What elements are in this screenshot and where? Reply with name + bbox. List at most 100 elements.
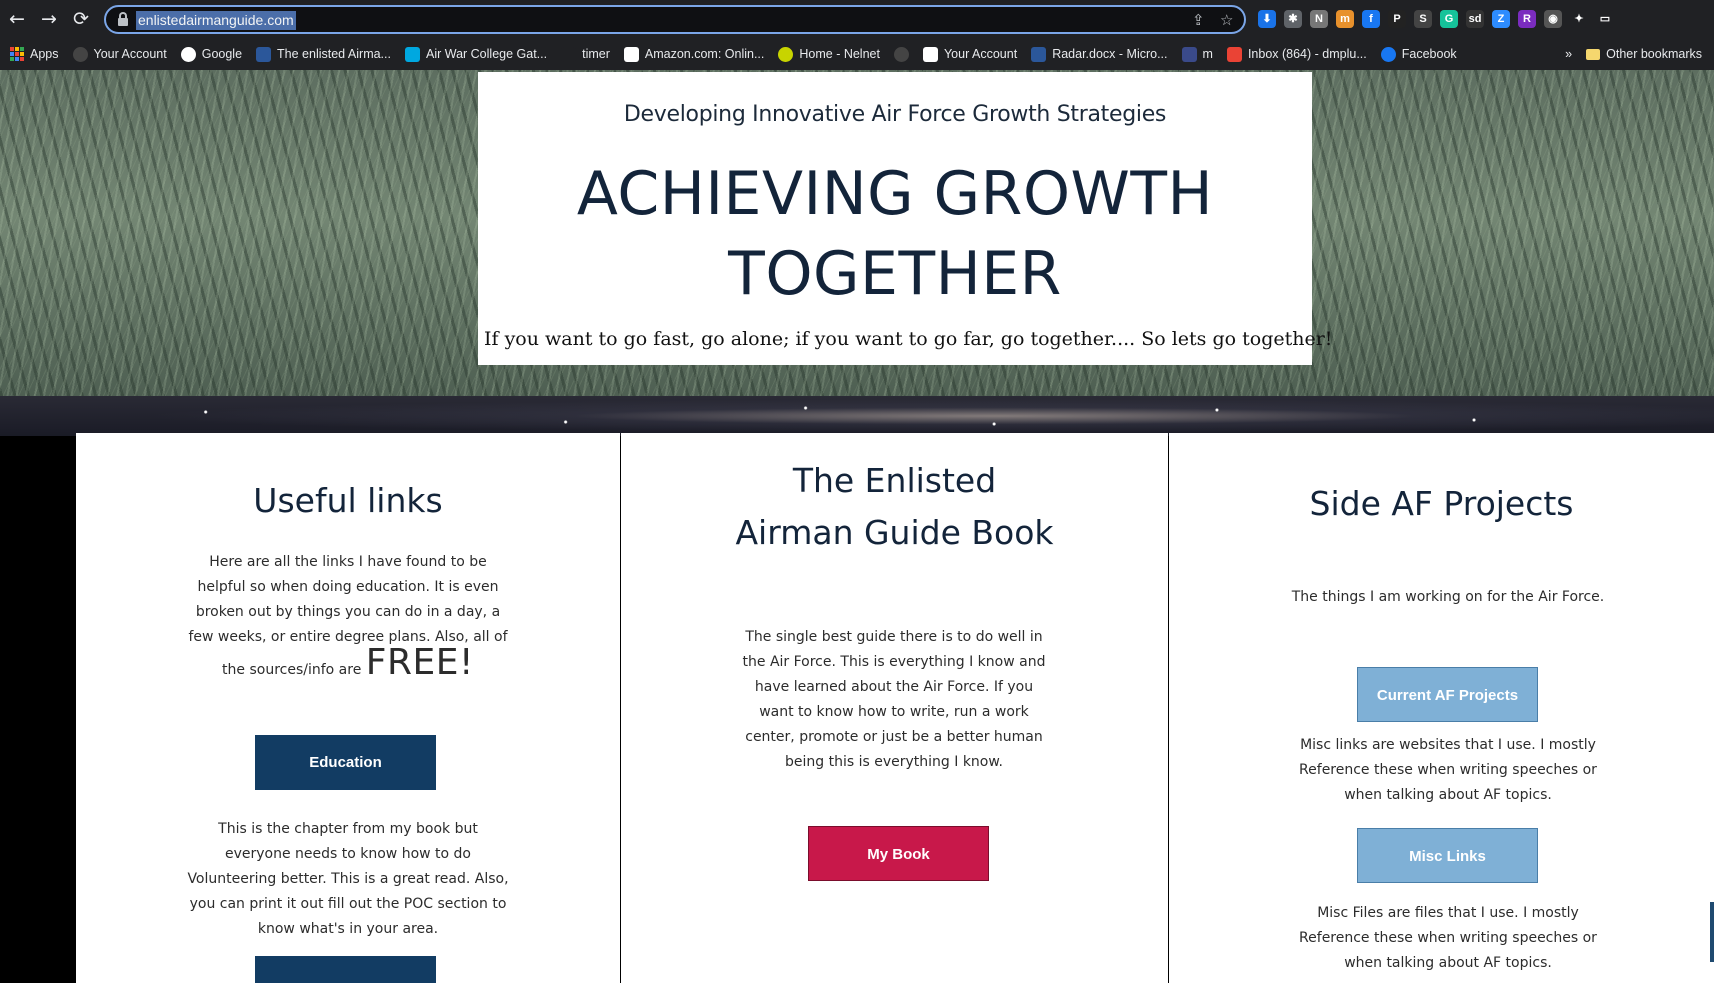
web-page: Developing Innovative Air Force Growth S…: [0, 70, 1714, 983]
bookmark-label: The enlisted Airma...: [277, 47, 391, 61]
text-line: Volunteering better. This is a great rea…: [187, 871, 509, 887]
misc-links-button[interactable]: Misc Links: [1357, 828, 1538, 883]
att-icon: [404, 46, 420, 62]
share-icon[interactable]: ⇪: [1192, 11, 1205, 30]
text-line: Misc Files are files that I use. I mostl…: [1317, 905, 1579, 921]
apps-grid-icon: [10, 47, 24, 61]
text-line: being this is everything I know.: [785, 754, 1003, 770]
guide-book-heading: The Enlisted Airman Guide Book: [621, 455, 1168, 559]
blank-icon: [561, 46, 577, 62]
url-text[interactable]: enlistedairmanguide.com: [136, 11, 296, 30]
guide-book-section: The Enlisted Airman Guide Book The singl…: [621, 433, 1168, 983]
text-line: broken out by things you can do in a day…: [195, 604, 501, 620]
fb-ext-icon[interactable]: f: [1362, 10, 1380, 28]
bookmark-item[interactable]: Facebook: [1380, 46, 1457, 62]
sd-ext-icon[interactable]: sd: [1466, 10, 1484, 28]
hero-title-line2: TOGETHER: [728, 239, 1062, 309]
volunteering-text: This is the chapter from my book but eve…: [158, 817, 538, 942]
heading-line: Airman Guide Book: [735, 513, 1054, 552]
my-book-button[interactable]: My Book: [808, 826, 989, 881]
bookmark-item[interactable]: Google: [180, 46, 243, 62]
bookmarks-overflow-button[interactable]: »: [1565, 47, 1572, 61]
book-ext-icon[interactable]: N: [1310, 10, 1328, 28]
useful-links-heading: Useful links: [253, 481, 443, 520]
guide-book-text: The single best guide there is to do wel…: [704, 625, 1084, 775]
facebook-icon: [1380, 46, 1396, 62]
bookmark-label: Inbox (864) - dmplu...: [1247, 47, 1367, 61]
forward-button[interactable]: →: [36, 6, 62, 32]
back-button[interactable]: ←: [4, 6, 30, 32]
side-projects-text: The things I am working on for the Air F…: [1291, 589, 1605, 605]
address-bar[interactable]: enlistedairmanguide.com ⇪ ☆: [104, 5, 1246, 34]
side-projects-heading: Side AF Projects: [1309, 484, 1574, 523]
starfield-band: [0, 396, 1714, 436]
text-line: know what's in your area.: [257, 921, 439, 937]
text-line: when talking about AF topics.: [1344, 955, 1552, 971]
text-line: have learned about the Air Force. If you: [754, 679, 1034, 695]
r-ext-icon[interactable]: R: [1518, 10, 1536, 28]
text-line: The single best guide there is to do wel…: [745, 629, 1043, 645]
text-line: want to know how to write, run a work: [759, 704, 1029, 720]
bookmark-item[interactable]: timer: [561, 46, 610, 62]
misc-links-text: Misc links are websites that I use. I mo…: [1239, 733, 1657, 808]
bookmark-item[interactable]: Your Account: [72, 46, 167, 62]
browser-toolbar: ← → ⟳ enlistedairmanguide.com ⇪ ☆ ⬇ ✱ Nm f P…: [0, 0, 1714, 38]
grammarly-icon[interactable]: G: [1440, 10, 1458, 28]
lock-icon: [118, 12, 128, 26]
bookmark-label: m: [1202, 47, 1213, 61]
p-ext-icon[interactable]: P: [1388, 10, 1406, 28]
cast-icon[interactable]: ▭: [1596, 10, 1614, 28]
globe-ext-icon[interactable]: ◉: [1544, 10, 1562, 28]
zoom-icon[interactable]: Z: [1492, 10, 1510, 28]
hero-subtitle: Developing Innovative Air Force Growth S…: [623, 102, 1167, 127]
account-icon: [893, 46, 909, 62]
useful-links-text: Here are all the links I have found to b…: [158, 550, 538, 683]
nelnet-icon: [778, 46, 794, 62]
bookmark-item[interactable]: [893, 46, 909, 62]
orange-ext-icon[interactable]: m: [1336, 10, 1354, 28]
bookmark-label: Facebook: [1401, 47, 1457, 61]
bookmark-label: timer: [582, 47, 610, 61]
word-icon: [256, 46, 272, 62]
current-af-projects-button[interactable]: Current AF Projects: [1357, 667, 1538, 722]
bookmark-item[interactable]: Apps: [10, 47, 59, 61]
scrollbar-thumb[interactable]: [1710, 902, 1714, 962]
bookmark-label: Radar.docx - Micro...: [1052, 47, 1168, 61]
reload-button[interactable]: ⟳: [68, 6, 94, 32]
other-bookmarks-label: Other bookmarks: [1606, 47, 1702, 61]
bookmark-star-icon[interactable]: ☆: [1220, 11, 1233, 30]
bookmarks-bar: Apps Your Account Google The enlisted Airma…: [0, 38, 1714, 70]
education-button[interactable]: Education: [255, 735, 436, 790]
bookmark-item[interactable]: Air War College Gat...: [404, 46, 547, 62]
free-emphasis: FREE!: [365, 642, 474, 683]
bookmark-label: Apps: [30, 47, 59, 61]
download-icon[interactable]: ⬇: [1258, 10, 1276, 28]
hero-title: ACHIEVING GROWTH TOGETHER: [478, 154, 1312, 314]
bookmark-item[interactable]: Your Account: [922, 46, 1017, 62]
misc-files-text: Misc Files are files that I use. I mostl…: [1239, 901, 1657, 976]
extensions-icon[interactable]: ✦: [1570, 10, 1588, 28]
bookmark-label: Google: [201, 47, 243, 61]
word-icon: [1031, 46, 1047, 62]
text-line: This is the chapter from my book but: [218, 821, 478, 837]
bookmark-label: Amazon.com: Onlin...: [644, 47, 765, 61]
text-line: the Air Force. This is everything I know…: [742, 654, 1046, 670]
side-projects-section: Side AF Projects The things I am working…: [1169, 433, 1714, 983]
gmail-icon: [1226, 46, 1242, 62]
bookmark-item[interactable]: Radar.docx - Micro...: [1031, 46, 1168, 62]
bookmark-item[interactable]: Inbox (864) - dmplu...: [1226, 46, 1367, 62]
puzzle-alt-icon[interactable]: ✱: [1284, 10, 1302, 28]
other-bookmarks-button[interactable]: Other bookmarks: [1586, 47, 1702, 61]
hero-card: Developing Innovative Air Force Growth S…: [478, 72, 1312, 365]
bookmark-item[interactable]: Amazon.com: Onlin...: [623, 46, 765, 62]
extensions-bar: ⬇ ✱ Nm f P S Gsd Z R ◉ ✦ ▭: [1258, 8, 1614, 30]
volunteering-button[interactable]: [255, 956, 436, 983]
bookmark-item[interactable]: Home - Nelnet: [778, 46, 880, 62]
hero-quote: If you want to go fast, go alone; if you…: [484, 328, 1333, 350]
s-ext-icon[interactable]: S: [1414, 10, 1432, 28]
bookmark-item[interactable]: m: [1181, 46, 1213, 62]
bookmarks-right: » Other bookmarks: [1565, 38, 1702, 70]
bookmark-item[interactable]: The enlisted Airma...: [256, 46, 391, 62]
text-line: Here are all the links I have found to b…: [209, 554, 487, 570]
amazon-icon: [922, 46, 938, 62]
